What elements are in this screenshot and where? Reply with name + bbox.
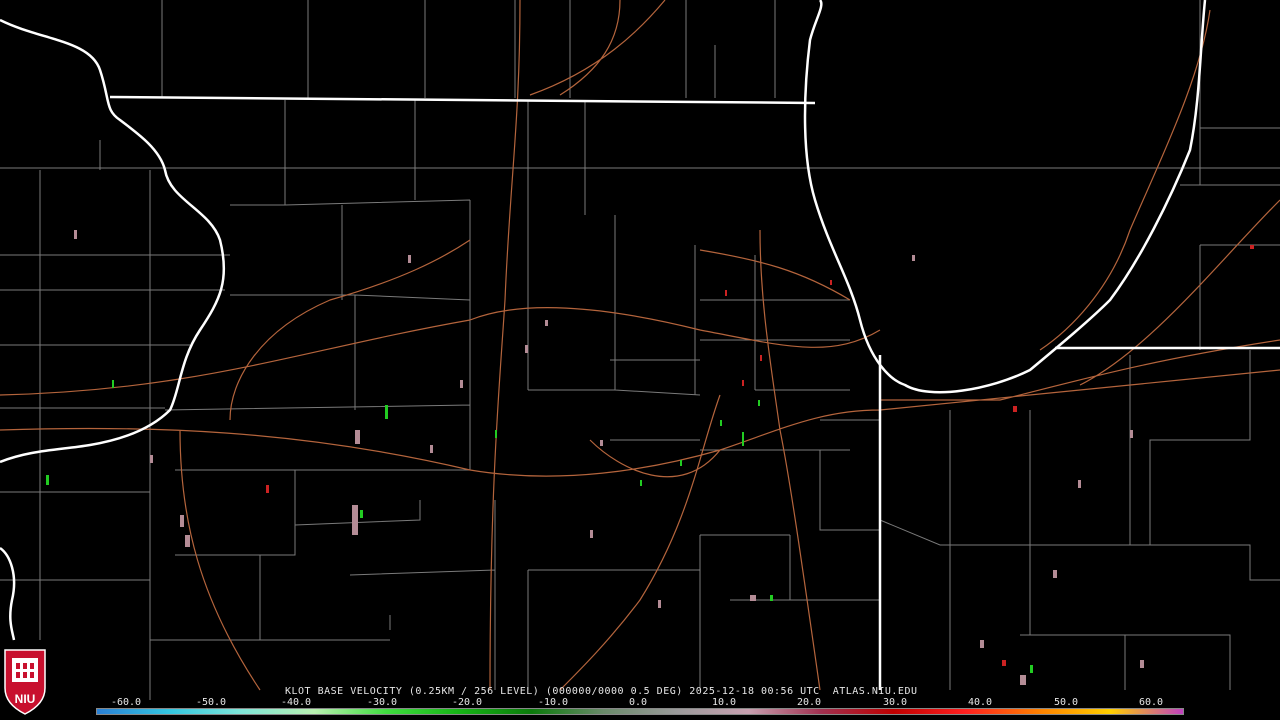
scale-label: 60.0: [1138, 697, 1164, 708]
scale-label: 10.0: [711, 697, 737, 708]
scale-label: 40.0: [967, 697, 993, 708]
scale-label: 50.0: [1053, 697, 1079, 708]
scale-label: -50.0: [195, 697, 227, 708]
scale-label: -40.0: [280, 697, 312, 708]
county-boundaries: [0, 0, 1280, 700]
radar-map: [0, 0, 1280, 700]
state-borders: [0, 0, 1280, 690]
velocity-colorbar: [96, 708, 1184, 715]
scale-label: 20.0: [796, 697, 822, 708]
scale-label: -30.0: [366, 697, 398, 708]
scale-label: -10.0: [537, 697, 569, 708]
product-caption: KLOT BASE VELOCITY (0.25KM / 256 LEVEL) …: [285, 686, 918, 697]
scale-label: -60.0: [110, 697, 142, 708]
radar-echoes: [46, 230, 1254, 685]
scale-label: -20.0: [451, 697, 483, 708]
scale-label: 0.0: [628, 697, 648, 708]
velocity-scale-labels: -60.0 -50.0 -40.0 -30.0 -20.0 -10.0 0.0 …: [0, 697, 1280, 708]
scale-label: 30.0: [882, 697, 908, 708]
